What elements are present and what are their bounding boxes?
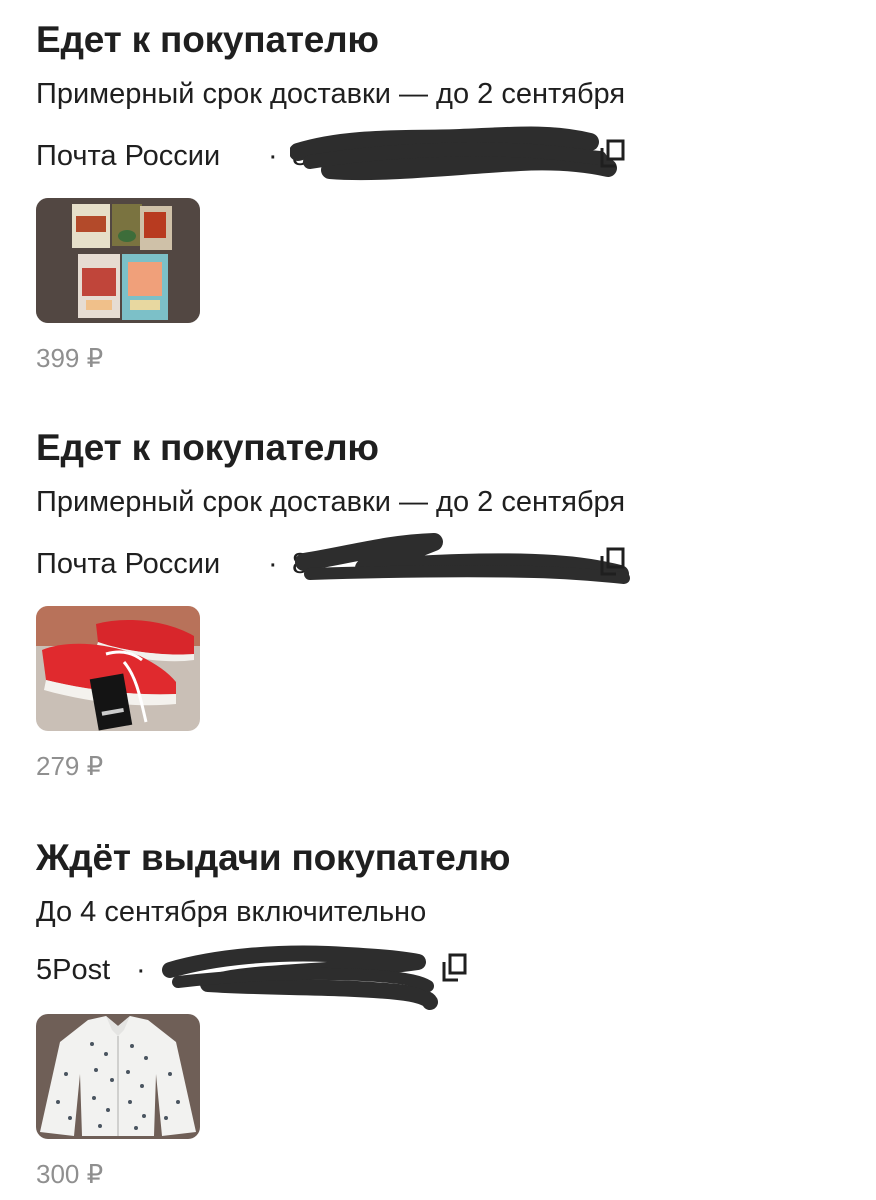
- product-image: [36, 1014, 200, 1139]
- redaction-scribble: [162, 945, 438, 1010]
- carrier-name: Почта России: [36, 140, 221, 172]
- copy-icon[interactable]: [598, 138, 628, 170]
- order-price: 279 ₽: [36, 751, 104, 781]
- order-card[interactable]: Едет к покупателю Примерный срок доставк…: [36, 18, 856, 378]
- order-card[interactable]: Едет к покупателю Примерный срок доставк…: [36, 426, 856, 786]
- order-card[interactable]: Ждёт выдачи покупателю До 4 сентября вкл…: [36, 836, 856, 1196]
- separator-dot: ·: [268, 548, 278, 580]
- delivery-estimate: Примерный срок доставки — до 2 сентября: [36, 78, 626, 110]
- order-status-title: Ждёт выдачи покупателю: [36, 837, 511, 878]
- order-price: 300 ₽: [36, 1159, 104, 1189]
- separator-dot: ·: [136, 954, 146, 986]
- copy-icon[interactable]: [598, 546, 628, 578]
- delivery-estimate: Примерный срок доставки — до 2 сентября: [36, 486, 626, 518]
- order-status-title: Едет к покупателю: [36, 427, 379, 468]
- separator-dot: ·: [268, 140, 278, 172]
- books-thumbnail[interactable]: [36, 198, 200, 323]
- carrier-name: Почта России: [36, 548, 221, 580]
- redaction-scribble: [295, 533, 630, 584]
- redaction-scribble: [290, 126, 617, 181]
- product-image: [36, 198, 200, 323]
- order-status-title: Едет к покупателю: [36, 19, 379, 60]
- delivery-estimate: До 4 сентября включительно: [36, 896, 427, 928]
- red-sneakers-thumbnail[interactable]: [36, 606, 200, 731]
- product-image: [36, 606, 200, 731]
- copy-icon[interactable]: [440, 952, 470, 984]
- carrier-name: 5Post: [36, 954, 111, 986]
- order-price: 399 ₽: [36, 343, 104, 373]
- blouse-thumbnail[interactable]: [36, 1014, 200, 1139]
